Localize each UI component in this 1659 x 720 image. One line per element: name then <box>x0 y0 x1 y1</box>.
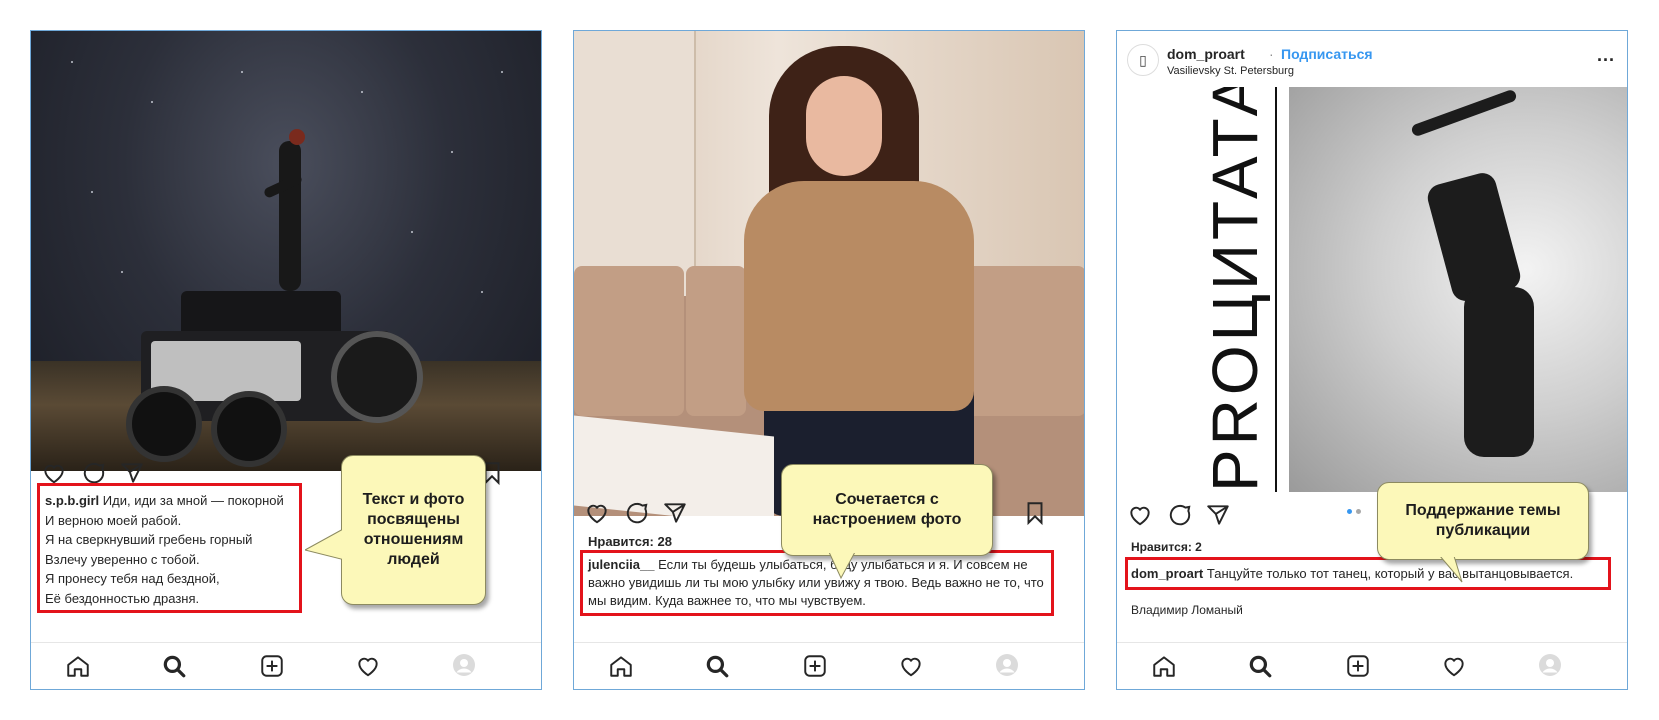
sweater <box>744 181 974 411</box>
caption-highlight-box <box>1125 557 1611 590</box>
activity-heart-icon[interactable] <box>1441 653 1467 679</box>
post-photo-night-jeep[interactable] <box>31 31 541 471</box>
star <box>121 271 123 273</box>
post-panel-2: Нравится: 28 julenciia__ Если ты будешь … <box>573 30 1085 690</box>
face <box>806 76 882 176</box>
sofa-cushion <box>574 266 684 416</box>
profile-avatar-icon[interactable] <box>1538 653 1562 677</box>
account-username[interactable]: dom_proart <box>1167 46 1245 62</box>
home-icon[interactable] <box>608 653 634 679</box>
bottom-nav <box>1117 642 1627 689</box>
profile-avatar-icon[interactable] <box>995 653 1019 677</box>
star <box>451 151 453 153</box>
bottom-nav <box>574 642 1084 689</box>
star <box>411 231 413 233</box>
heart-icon[interactable] <box>1127 502 1153 528</box>
account-avatar[interactable]: ▯ <box>1127 44 1159 76</box>
post-header: ▯ dom_proart · Подписаться Vasilievsky S… <box>1117 31 1627 88</box>
callout-bubble-2: Сочетается с настроением фото <box>781 464 993 556</box>
activity-heart-icon[interactable] <box>898 653 924 679</box>
post-photo-dancer[interactable]: PROЦИТАТА <box>1117 87 1627 492</box>
callout-text: Поддержание темы публикации <box>1405 502 1561 539</box>
new-post-icon[interactable] <box>1345 653 1371 679</box>
callout-tail <box>828 552 856 580</box>
image-divider-line <box>1275 87 1277 492</box>
star <box>151 101 153 103</box>
heart-icon[interactable] <box>584 500 610 526</box>
jeep-wheel <box>126 386 202 462</box>
sofa-cushion <box>686 266 746 416</box>
home-icon[interactable] <box>65 653 91 679</box>
comment-icon[interactable] <box>624 500 650 526</box>
bottom-nav <box>31 642 541 689</box>
person-silhouette <box>279 141 301 291</box>
callout-tail <box>305 526 345 564</box>
search-icon[interactable] <box>161 653 187 679</box>
new-post-icon[interactable] <box>802 653 828 679</box>
dancer-legs <box>1464 287 1534 457</box>
post-photo-girl[interactable] <box>574 31 1084 516</box>
dancer-torso <box>1424 169 1524 305</box>
sofa-cushion <box>964 266 1084 416</box>
caption-highlight-box <box>37 483 302 613</box>
next-comment-author[interactable]: Владимир Ломаный <box>1131 603 1243 617</box>
likes-count[interactable]: Нравится: 28 <box>588 534 672 549</box>
callout-text: Текст и фото посвящены отношениям людей <box>362 491 465 568</box>
jeep-spare-wheel <box>331 331 423 423</box>
home-icon[interactable] <box>1151 653 1177 679</box>
callout-text: Сочетается с настроением фото <box>812 491 962 528</box>
star <box>241 71 243 73</box>
post-location[interactable]: Vasilievsky St. Petersburg <box>1167 65 1294 77</box>
bookmark-icon[interactable] <box>1022 500 1048 526</box>
person-head <box>289 129 305 145</box>
post-panel-3: ▯ dom_proart · Подписаться Vasilievsky S… <box>1116 30 1628 690</box>
follow-button[interactable]: Подписаться <box>1281 46 1373 62</box>
dancer-arm <box>1410 88 1518 138</box>
more-options-icon[interactable]: ... <box>1597 45 1615 66</box>
search-icon[interactable] <box>1247 653 1273 679</box>
star <box>361 91 363 93</box>
comment-icon[interactable] <box>1167 502 1193 528</box>
callout-bubble-1: Текст и фото посвящены отношениям людей <box>341 455 486 605</box>
callout-tail <box>1439 556 1463 583</box>
activity-heart-icon[interactable] <box>355 653 381 679</box>
star <box>71 61 73 63</box>
callout-bubble-3: Поддержание темы публикации <box>1377 482 1589 560</box>
separator-dot: · <box>1269 46 1274 62</box>
bw-photo <box>1289 87 1627 492</box>
share-icon[interactable] <box>662 500 688 526</box>
likes-count[interactable]: Нравится: 2 <box>1131 540 1202 554</box>
caption-highlight-box <box>580 550 1054 616</box>
star <box>481 291 483 293</box>
profile-avatar-icon[interactable] <box>452 653 476 677</box>
star <box>501 71 503 73</box>
star <box>91 191 93 193</box>
image-vertical-text: PROЦИТАТА <box>1199 87 1271 492</box>
new-post-icon[interactable] <box>259 653 285 679</box>
share-icon[interactable] <box>1205 502 1231 528</box>
search-icon[interactable] <box>704 653 730 679</box>
